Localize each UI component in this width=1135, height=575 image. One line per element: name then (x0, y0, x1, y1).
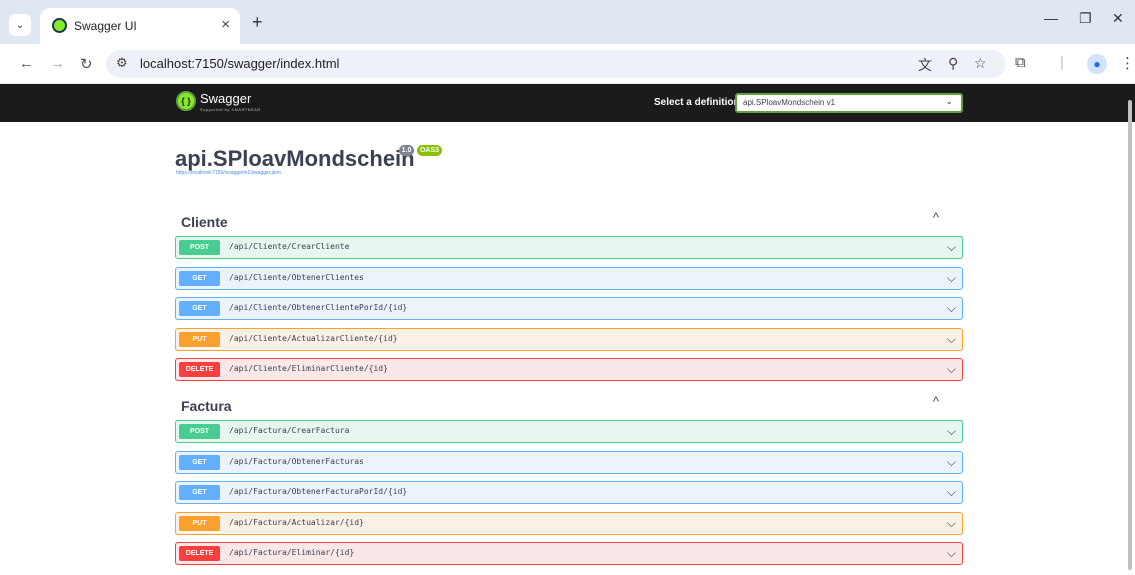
oas-badge: OAS3 (417, 145, 442, 156)
swagger-logo-text: Swagger (200, 91, 252, 106)
chevron-down-icon[interactable]: ⌵ (947, 424, 956, 439)
tag-header-factura[interactable]: Factura ^ (175, 389, 963, 421)
operation-path: /api/Factura/CrearFactura (229, 426, 350, 435)
method-badge: GET (179, 271, 220, 286)
chevron-down-icon[interactable]: ⌵ (947, 362, 956, 377)
definition-select[interactable]: api.SPloavMondschein v1 ⌄ (735, 93, 963, 113)
tab-title: Swagger UI (74, 19, 137, 33)
page-scrollbar[interactable] (1128, 100, 1132, 570)
restore-icon[interactable]: ❐ (1079, 10, 1092, 27)
operation-row[interactable]: GET /api/Factura/ObtenerFacturaPorId/{id… (175, 481, 963, 504)
chevron-down-icon[interactable]: ⌵ (947, 332, 956, 347)
operation-path: /api/Cliente/ObtenerClientes (229, 273, 364, 282)
operation-path: /api/Cliente/ActualizarCliente/{id} (229, 334, 398, 343)
method-badge: DELETE (179, 362, 220, 377)
swagger-logo-subtitle: Supported by SMARTBEAR (200, 107, 261, 112)
definition-select-value: api.SPloavMondschein v1 (743, 98, 836, 107)
chevron-down-icon[interactable]: ⌵ (947, 271, 956, 286)
chevron-down-icon[interactable]: ⌵ (947, 455, 956, 470)
operation-row[interactable]: DELETE /api/Factura/Eliminar/{id} ⌵ (175, 542, 963, 565)
operation-row[interactable]: DELETE /api/Cliente/EliminarCliente/{id}… (175, 358, 963, 381)
method-badge: PUT (179, 332, 220, 347)
method-badge: POST (179, 424, 220, 439)
operation-row[interactable]: POST /api/Factura/CrearFactura ⌵ (175, 420, 963, 443)
browser-toolbar: ← → ↻ ⚙ localhost:7150/swagger/index.htm… (0, 44, 1135, 84)
swagger-json-link[interactable]: https://localhost:7150/swagger/v1/swagge… (176, 170, 281, 176)
operation-row[interactable]: PUT /api/Factura/Actualizar/{id} ⌵ (175, 512, 963, 535)
chevron-up-icon[interactable]: ^ (933, 210, 939, 225)
back-icon[interactable]: ← (19, 55, 34, 72)
operation-row[interactable]: GET /api/Cliente/ObtenerClientes ⌵ (175, 267, 963, 290)
method-badge: GET (179, 301, 220, 316)
operation-path: /api/Factura/Eliminar/{id} (229, 548, 355, 557)
tag-name: Cliente (181, 214, 228, 230)
zoom-icon[interactable]: ⚲ (948, 55, 958, 72)
chevron-down-icon[interactable]: ⌵ (947, 240, 956, 255)
menu-icon[interactable]: ⋮ (1120, 54, 1135, 72)
api-title: api.SPloavMondschein (175, 146, 415, 171)
profile-avatar-icon[interactable]: ● (1087, 54, 1107, 74)
tab-close-icon[interactable]: × (221, 16, 230, 33)
method-badge: POST (179, 240, 220, 255)
minimize-icon[interactable]: — (1044, 10, 1058, 26)
tag-header-cliente[interactable]: Cliente ^ (175, 205, 963, 237)
operation-path: /api/Factura/Actualizar/{id} (229, 518, 364, 527)
operation-row[interactable]: POST /api/Cliente/CrearCliente ⌵ (175, 236, 963, 259)
version-badge: 1.0 (399, 145, 414, 156)
toolbar-divider: | (1060, 54, 1064, 71)
operation-path: /api/Cliente/ObtenerClientePorId/{id} (229, 303, 408, 312)
tab-search-icon[interactable]: ⌄ (9, 14, 31, 36)
url-text: localhost:7150/swagger/index.html (140, 56, 340, 71)
site-info-icon[interactable]: ⚙ (116, 55, 128, 71)
definition-select-label: Select a definition (654, 97, 740, 108)
chevron-down-icon[interactable]: ⌵ (947, 546, 956, 561)
extensions-icon[interactable]: ⧉ (1015, 54, 1026, 71)
browser-tab[interactable]: Swagger UI × (40, 8, 240, 44)
chevron-up-icon[interactable]: ^ (933, 394, 939, 409)
swagger-favicon-icon (52, 18, 67, 33)
operation-path: /api/Factura/ObtenerFacturaPorId/{id} (229, 487, 408, 496)
operation-path: /api/Factura/ObtenerFacturas (229, 457, 364, 466)
method-badge: DELETE (179, 546, 220, 561)
bookmark-star-icon[interactable]: ☆ (974, 55, 987, 72)
method-badge: PUT (179, 516, 220, 531)
operation-row[interactable]: GET /api/Factura/ObtenerFacturas ⌵ (175, 451, 963, 474)
swagger-logo-icon[interactable]: { } (176, 91, 196, 111)
translate-icon[interactable]: 文 (918, 55, 932, 75)
forward-icon[interactable]: → (50, 55, 65, 72)
chevron-down-icon[interactable]: ⌵ (947, 516, 956, 531)
chevron-down-icon: ⌄ (945, 96, 953, 106)
operation-row[interactable]: GET /api/Cliente/ObtenerClientePorId/{id… (175, 297, 963, 320)
chevron-down-icon[interactable]: ⌵ (947, 485, 956, 500)
operation-path: /api/Cliente/CrearCliente (229, 242, 350, 251)
operation-path: /api/Cliente/EliminarCliente/{id} (229, 364, 388, 373)
operation-row[interactable]: PUT /api/Cliente/ActualizarCliente/{id} … (175, 328, 963, 351)
method-badge: GET (179, 485, 220, 500)
new-tab-icon[interactable]: + (252, 12, 263, 33)
tag-name: Factura (181, 398, 232, 414)
swagger-topbar: { } Swagger Supported by SMARTBEAR Selec… (0, 84, 1135, 122)
chevron-down-icon[interactable]: ⌵ (947, 301, 956, 316)
method-badge: GET (179, 455, 220, 470)
address-bar[interactable]: ⚙ localhost:7150/swagger/index.html 文 ⚲ … (106, 50, 1006, 78)
window-close-icon[interactable]: ✕ (1112, 10, 1124, 27)
browser-tabbar: ⌄ Swagger UI × + — ❐ ✕ (0, 0, 1135, 44)
reload-icon[interactable]: ↻ (80, 55, 93, 73)
